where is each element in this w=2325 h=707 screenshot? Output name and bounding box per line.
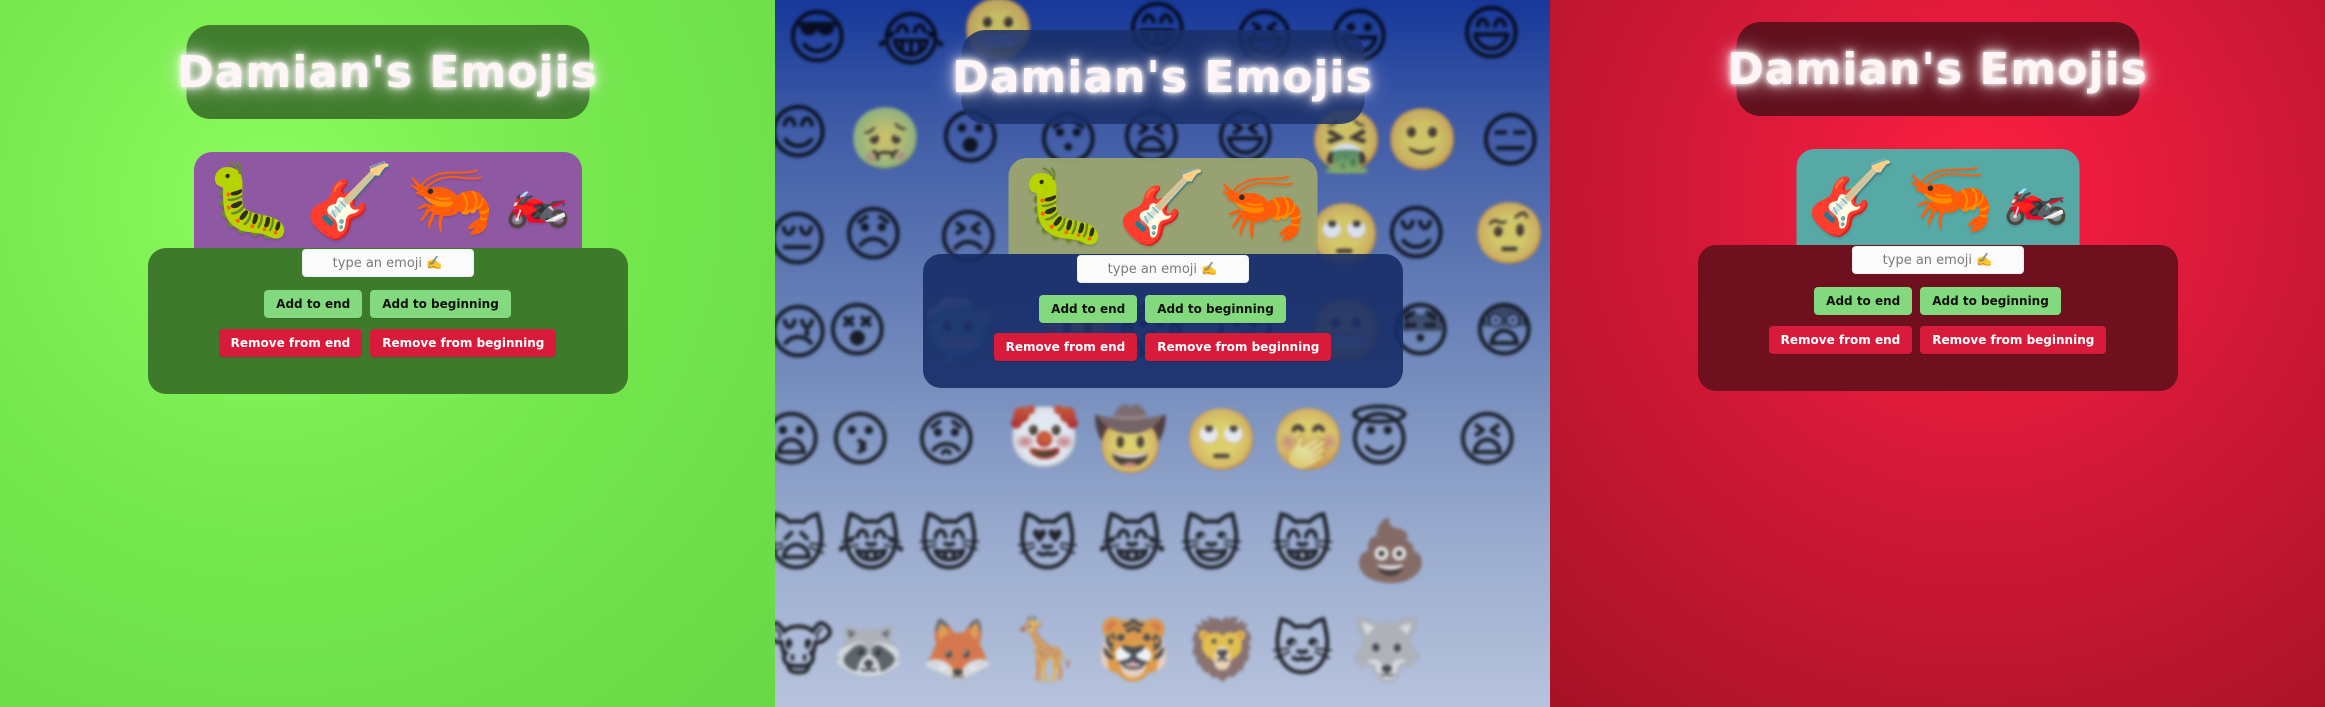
emoji-input[interactable] [1076, 255, 1249, 283]
background-emoji: 😦 [775, 405, 823, 475]
background-emoji: 😂 [876, 5, 947, 75]
background-emoji: 😨 [1473, 296, 1536, 366]
background-emoji: 🤢 [848, 104, 923, 174]
background-emoji: 😺 [1180, 510, 1243, 580]
motorcycle-icon: 🏍️ [505, 170, 571, 230]
title-container: Damian's Emojis [177, 25, 597, 119]
add-to-end-button[interactable]: Add to end [1814, 287, 1913, 315]
remove-from-end-button[interactable]: Remove from end [218, 329, 363, 357]
background-emoji: 🦝 [831, 615, 906, 685]
background-emoji: 🦊 [920, 615, 995, 685]
background-emoji: 🙂 [1385, 105, 1460, 175]
shrimp-icon: 🦐 [1905, 155, 1995, 239]
green-emoji-panel: Damian's Emojis 🐛 🎸 🦐 🏍️ Add to end Add … [0, 0, 775, 707]
background-emoji: 😸 [1271, 510, 1334, 580]
background-emoji: 😫 [1456, 405, 1519, 475]
background-emoji: 🦒 [1007, 615, 1082, 685]
background-emoji: 😔 [775, 205, 829, 275]
shrimp-icon: 🦐 [405, 158, 495, 242]
background-emoji: 🙀 [775, 510, 828, 580]
background-emoji: 🦁 [1185, 615, 1260, 685]
emoji-strip: 🐛 🎸 🦐 🏍️ [193, 152, 582, 248]
add-to-end-button[interactable]: Add to end [264, 290, 363, 318]
background-emoji: 😟 [915, 405, 978, 475]
title-container: Damian's Emojis [952, 30, 1372, 124]
emoji-strip: 🎸 🦐 🏍️ [1796, 149, 2079, 245]
shrimp-icon: 🦐 [1216, 164, 1307, 248]
background-emoji: 😗 [829, 405, 892, 475]
remove-button-row: Remove from end Remove from beginning [923, 333, 1403, 361]
add-to-beginning-button[interactable]: Add to beginning [370, 290, 511, 318]
caterpillar-icon: 🐛 [1018, 164, 1109, 248]
blue-emoji-panel: 😎 😂 😬 😁 😆 😃 😄 😊 🤢 😮 😯 😫 😆 🤮 🙂 😑 😔 😞 😣 🙄 … [775, 0, 1550, 707]
remove-from-beginning-button[interactable]: Remove from beginning [1145, 333, 1332, 361]
remove-button-row: Remove from end Remove from beginning [148, 329, 628, 357]
background-emoji: 🤡 [1007, 403, 1082, 473]
title-container: Damian's Emojis [1727, 22, 2147, 116]
emoji-strip: 🐛 🎸 🦐 [1008, 158, 1317, 254]
background-emoji: 😻 [1016, 510, 1079, 580]
add-button-row: Add to end Add to beginning [923, 295, 1403, 323]
background-emoji: 😊 [775, 98, 830, 168]
background-emoji: 💩 [1353, 516, 1428, 586]
guitar-icon: 🎸 [1117, 164, 1208, 248]
add-button-row: Add to end Add to beginning [1698, 287, 2178, 315]
background-emoji: 🤨 [1472, 199, 1547, 269]
background-emoji: 🤭 [1271, 405, 1346, 475]
background-emoji: 🙄 [1184, 405, 1259, 475]
red-emoji-panel: Damian's Emojis 🎸 🦐 🏍️ Add to end Add to… [1550, 0, 2325, 707]
add-to-beginning-button[interactable]: Add to beginning [1920, 287, 2061, 315]
background-emoji: 😑 [1479, 106, 1542, 176]
control-box: Add to end Add to beginning Remove from … [1697, 245, 2178, 391]
remove-button-row: Remove from end Remove from beginning [1698, 326, 2178, 354]
background-emoji: 😢 [775, 298, 830, 368]
background-emoji: 😹 [836, 510, 907, 580]
page-title: Damian's Emojis [952, 51, 1373, 103]
background-emoji: 🐮 [775, 615, 835, 685]
page-title: Damian's Emojis [1727, 43, 2148, 95]
page-title: Damian's Emojis [177, 46, 598, 98]
background-emoji: 🤠 [1093, 405, 1168, 475]
controls: Add to end Add to beginning Remove from … [148, 248, 628, 394]
background-emoji: 😇 [1348, 405, 1411, 475]
background-emoji: 😞 [842, 200, 905, 270]
control-box: Add to end Add to beginning Remove from … [922, 254, 1403, 388]
background-emoji: 🐱 [1271, 615, 1334, 685]
background-emoji: 😹 [1097, 510, 1168, 580]
background-emoji: 😎 [786, 3, 849, 73]
emoji-input[interactable] [1851, 246, 2024, 274]
background-emoji: 😸 [918, 510, 981, 580]
background-emoji: 😄 [1460, 0, 1523, 69]
add-button-row: Add to end Add to beginning [148, 290, 628, 318]
guitar-icon: 🎸 [305, 158, 395, 242]
remove-from-end-button[interactable]: Remove from end [1768, 326, 1913, 354]
motorcycle-icon: 🏍️ [2003, 167, 2069, 227]
guitar-icon: 🎸 [1806, 155, 1897, 239]
remove-from-beginning-button[interactable]: Remove from beginning [370, 329, 557, 357]
control-box: Add to end Add to beginning Remove from … [147, 248, 628, 394]
layout-row: Damian's Emojis 🐛 🎸 🦐 🏍️ Add to end Add … [0, 0, 2325, 707]
background-emoji: 😵 [826, 296, 889, 366]
remove-from-end-button[interactable]: Remove from end [993, 333, 1138, 361]
background-emoji: 🐺 [1349, 615, 1424, 685]
background-emoji: 🐯 [1096, 615, 1171, 685]
controls: Add to end Add to beginning Remove from … [923, 254, 1403, 388]
add-to-end-button[interactable]: Add to end [1039, 295, 1138, 323]
emoji-input[interactable] [301, 249, 474, 277]
add-to-beginning-button[interactable]: Add to beginning [1145, 295, 1286, 323]
caterpillar-icon: 🐛 [204, 158, 295, 242]
controls: Add to end Add to beginning Remove from … [1698, 245, 2178, 391]
remove-from-beginning-button[interactable]: Remove from beginning [1920, 326, 2107, 354]
